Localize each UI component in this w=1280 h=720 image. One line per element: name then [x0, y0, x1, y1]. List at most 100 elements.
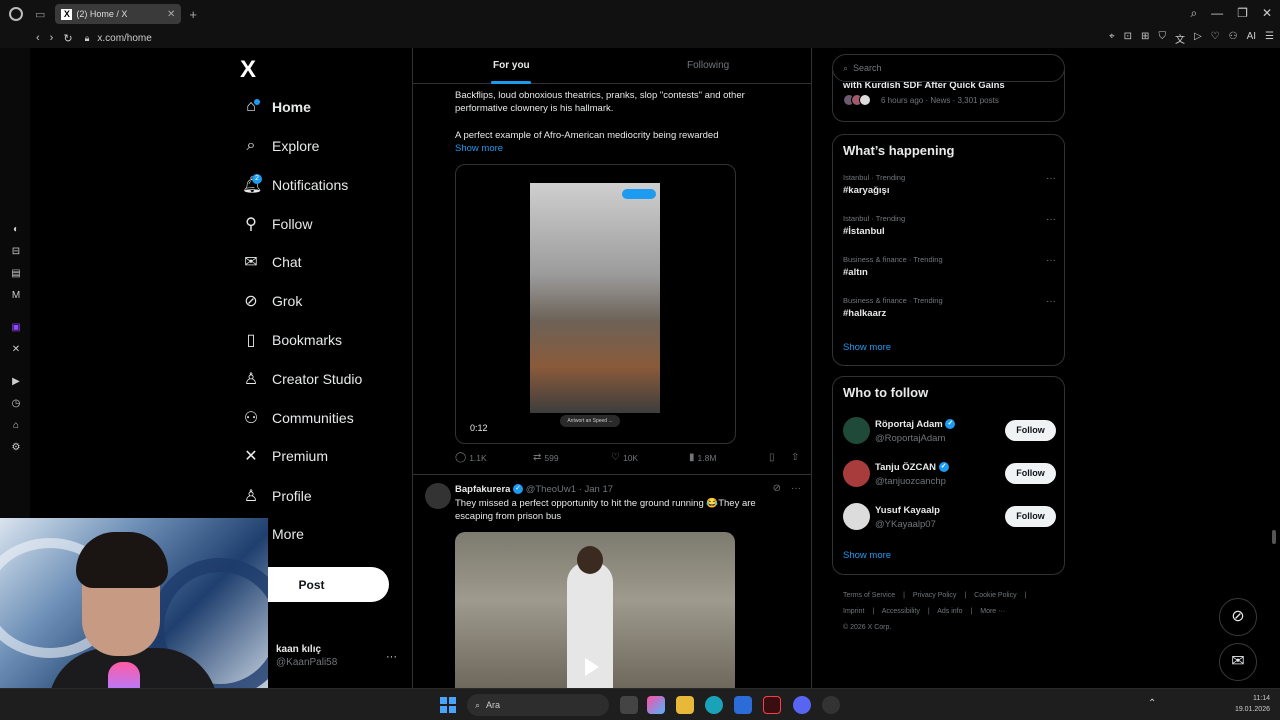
trend-item[interactable]: Business & finance · Trending #halkaarz … [843, 296, 1056, 319]
nav-bookmarks[interactable]: ▯ Bookmarks [242, 327, 342, 353]
account-more-icon[interactable]: ··· [386, 651, 397, 663]
show-more-link[interactable]: Show more [843, 550, 891, 561]
tray-chevron-icon[interactable]: ⌃ [1148, 698, 1156, 709]
footer-link-imprint[interactable]: Imprint [843, 608, 864, 615]
discord-icon[interactable] [793, 696, 811, 714]
author-handle[interactable]: @TheoUw1 [526, 484, 576, 495]
forward-icon[interactable]: › [50, 32, 54, 45]
clock[interactable]: 11:14 19.01.2026 [1235, 693, 1270, 715]
follow-suggestion[interactable]: Tanju ÖZCAN ✓ @tanjuozcanchp Follow [843, 460, 1056, 490]
nav-follow[interactable]: ⚲ Follow [242, 211, 312, 237]
footer-link-privacy[interactable]: Privacy Policy [913, 592, 957, 599]
back-icon[interactable]: ‹ [36, 32, 40, 45]
account-icon[interactable]: ⚇ [1229, 31, 1238, 46]
maximize-icon[interactable]: ❐ [1237, 6, 1248, 21]
notes-icon[interactable]: ▤ [10, 268, 22, 280]
footer-link-ads-info[interactable]: Ads info [937, 608, 962, 615]
messages-fab-icon[interactable]: ✉ [1219, 643, 1257, 681]
show-more-link[interactable]: Show more [843, 342, 891, 353]
trend-item[interactable]: Istanbul · Trending #İstanbul ··· [843, 214, 1056, 237]
trend-more-icon[interactable]: ··· [1046, 173, 1056, 184]
tab-following[interactable]: Following [687, 60, 729, 71]
store-icon[interactable] [734, 696, 752, 714]
obs-icon[interactable] [822, 696, 840, 714]
reply-button[interactable]: ◯ 1.1K [455, 452, 487, 463]
follow-button[interactable]: Follow [1005, 420, 1056, 441]
minimize-icon[interactable]: — [1211, 6, 1223, 21]
repost-button[interactable]: ⇄ 599 [533, 452, 559, 463]
menu-icon[interactable]: ☰ [1265, 31, 1274, 46]
nav-profile[interactable]: ♙ Profile [242, 483, 312, 509]
search-tabs-icon[interactable]: ⌕ [1190, 6, 1197, 21]
heart-icon[interactable]: ♡ [1211, 31, 1220, 46]
tab-for-you[interactable]: For you [493, 60, 530, 71]
extensions-icon[interactable]: ⊞ [1141, 31, 1149, 46]
search-input[interactable]: ⌕ Search [832, 54, 1065, 82]
close-window-icon[interactable]: ✕ [1262, 6, 1272, 21]
ai-icon[interactable]: AI [1247, 31, 1256, 46]
play-icon[interactable] [585, 658, 599, 676]
footer-link-terms[interactable]: Terms of Service [843, 592, 895, 599]
file-explorer-icon[interactable] [676, 696, 694, 714]
close-tab-icon[interactable]: ✕ [167, 9, 175, 20]
grok-fab-icon[interactable]: ⊘ [1219, 598, 1257, 636]
show-more-link[interactable]: Show more [455, 143, 503, 154]
more-icon[interactable]: ··· [791, 483, 801, 494]
copilot-icon[interactable] [647, 696, 665, 714]
scrollbar[interactable] [1272, 530, 1276, 544]
tweet-video[interactable]: Antwort an Speed ... 0:12 [455, 164, 736, 444]
bookmark-button[interactable]: ▯ [769, 452, 775, 463]
tweet[interactable]: Bapfakurera ✓ @TheoUw1 · Jan 17 ⊘ ··· Th… [413, 474, 811, 688]
extensions-side-icon[interactable]: ⌂ [10, 420, 22, 432]
footer-link-more[interactable]: More ··· [980, 608, 1005, 615]
footer-link-accessibility[interactable]: Accessibility [882, 608, 920, 615]
player-icon[interactable]: ▶ [10, 376, 22, 388]
avatar[interactable] [843, 417, 870, 444]
follow-suggestion[interactable]: Yusuf Kayaalp @YKayaalp07 Follow [843, 503, 1056, 533]
footer-link-cookie[interactable]: Cookie Policy [974, 592, 1016, 599]
trend-more-icon[interactable]: ··· [1046, 214, 1056, 225]
snapshot-icon[interactable]: ⊡ [1124, 31, 1132, 46]
edge-icon[interactable] [705, 696, 723, 714]
nav-notifications[interactable]: 🔔︎ 2 Notifications [242, 172, 348, 198]
avatar[interactable] [425, 483, 451, 509]
start-icon[interactable] [440, 697, 456, 713]
shield-icon[interactable]: ⛉ [1158, 31, 1166, 46]
opera-logo-icon[interactable] [9, 7, 23, 21]
new-tab-icon[interactable]: + [189, 7, 197, 22]
nav-home[interactable]: ⌂ Home [242, 94, 311, 120]
trend-item[interactable]: Business & finance · Trending #altın ··· [843, 255, 1056, 278]
tab-list-icon[interactable]: ▭ [35, 8, 45, 21]
pin-icon[interactable]: ⌖ [1109, 31, 1115, 46]
account-switcher[interactable]: kaan kılıç @KaanPali58 [276, 644, 337, 668]
reload-icon[interactable]: ↻ [63, 32, 72, 45]
task-view-icon[interactable] [620, 696, 638, 714]
author-name[interactable]: Bapfakurera [455, 484, 510, 495]
url-field[interactable]: x.com/home [97, 33, 151, 44]
trend-more-icon[interactable]: ··· [1046, 296, 1056, 307]
nav-communities[interactable]: ⚇ Communities [242, 405, 354, 431]
views-button[interactable]: ▮ 1.8M [689, 452, 716, 463]
translate-icon[interactable]: 文 [1175, 31, 1185, 46]
nav-explore[interactable]: ⌕ Explore [242, 133, 320, 159]
nav-chat[interactable]: ✉ Chat [242, 249, 301, 275]
settings-icon[interactable]: ⚙ [10, 442, 22, 454]
x-logo-icon[interactable]: X [240, 56, 256, 84]
shopping-icon[interactable]: ⊟ [10, 246, 22, 258]
twitch-icon[interactable]: ▣ [10, 322, 22, 334]
trend-more-icon[interactable]: ··· [1046, 255, 1056, 266]
history-icon[interactable]: ◷ [10, 398, 22, 410]
tweet-date[interactable]: · Jan 17 [579, 484, 613, 495]
like-button[interactable]: ♡ 10K [611, 452, 638, 463]
follow-button[interactable]: Follow [1005, 463, 1056, 484]
avatar[interactable] [843, 503, 870, 530]
share-button[interactable]: ⇧ [791, 452, 799, 463]
opera-gx-icon[interactable] [763, 696, 781, 714]
x-sidebar-icon[interactable]: ✕ [10, 344, 22, 356]
trend-item[interactable]: Istanbul · Trending #karyağışı ··· [843, 173, 1056, 196]
play-icon[interactable]: ▷ [1194, 31, 1202, 46]
nav-creator-studio[interactable]: ♙ Creator Studio [242, 366, 362, 392]
messenger-icon[interactable]: M [10, 290, 22, 302]
follow-suggestion[interactable]: Röportaj Adam ✓ @RoportajAdam Follow [843, 417, 1056, 447]
taskbar-search[interactable]: ⌕ Ara [467, 694, 609, 716]
